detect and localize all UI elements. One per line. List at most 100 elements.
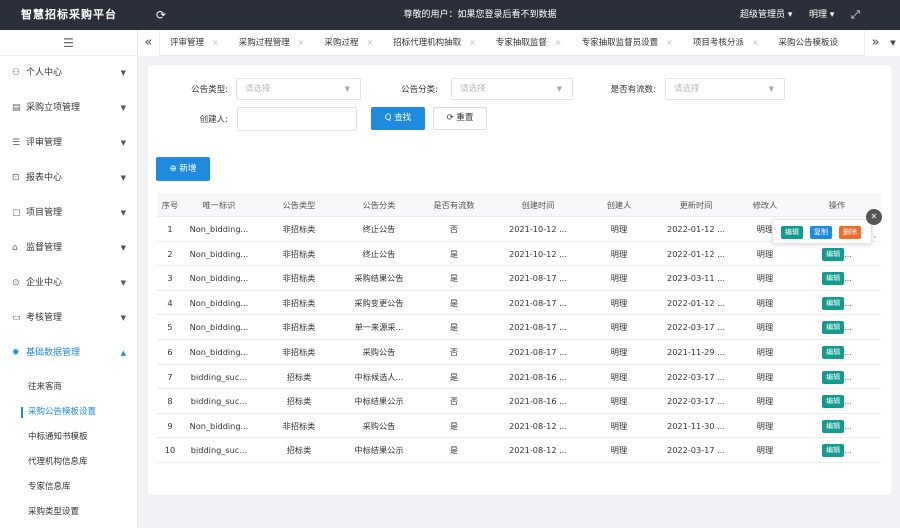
edit-button[interactable]: 编辑 [822, 444, 845, 458]
sidebar-item[interactable]: ✹ 基础数据管理 ▲ [0, 336, 137, 371]
sidebar-subitem[interactable]: 中标通知书模板 [0, 425, 137, 450]
more-actions[interactable]: ... [844, 373, 852, 382]
more-actions[interactable]: ... [844, 299, 852, 308]
table-cell: 2022-01-12 ... [667, 248, 725, 259]
table-cell: 采购公告 [362, 420, 396, 431]
user-role-dropdown[interactable]: 超级管理员 ▾ [740, 0, 792, 30]
close-icon[interactable]: × [298, 38, 305, 47]
table-cell: 否 [449, 396, 459, 407]
tab[interactable]: 采购过程管理 × [229, 30, 315, 56]
table-row[interactable]: 9 Non_bidding... 非招标类 采购公告 是 2021-08-12 ... 明理… [157, 414, 881, 439]
tab[interactable]: 专家抽取监督 × [486, 30, 572, 56]
more-actions[interactable]: ... [844, 323, 852, 332]
table-cell: 2021-08-12 ... [509, 420, 567, 431]
sidebar-item[interactable]: ▢ 项目管理 ▼ [0, 196, 137, 231]
sidebar-item[interactable]: ▤ 采购立项管理 ▼ [0, 91, 137, 126]
sidebar-item[interactable]: ⊙ 企业中心 ▼ [0, 266, 137, 301]
table-row[interactable]: 4 Non_bidding... 非招标类 采购变更公告 是 2021-08-17 ...… [157, 291, 881, 316]
creator-input[interactable] [237, 107, 357, 131]
sidebar-subitem[interactable]: 采购类型设置 [0, 500, 137, 525]
close-icon[interactable]: × [666, 38, 673, 47]
close-icon[interactable]: × [366, 38, 373, 47]
table-row[interactable]: 2 Non_bidding... 非招标类 终止公告 是 2021-10-12 ... 明理… [157, 242, 881, 267]
column-header: 公告类型 [282, 200, 316, 210]
tab[interactable]: 评审管理 × [160, 30, 229, 56]
close-icon[interactable]: × [555, 38, 562, 47]
more-actions[interactable]: ... [844, 274, 852, 283]
table-cell: 明理 [756, 371, 774, 382]
expand-icon[interactable]: ⤢ [851, 0, 860, 30]
close-icon[interactable]: × [752, 38, 759, 47]
table-row[interactable]: 5 Non_bidding... 非招标类 单一来源采... 是 2021-08-17 .… [157, 315, 881, 340]
table-cell: 非招标类 [282, 224, 316, 234]
type-select[interactable]: 请选择 ▼ [236, 78, 361, 100]
table-body: 1 Non_bidding... 非招标类 终止公告否 2021-10-12 ... 明理… [157, 217, 881, 463]
table-cell: 2022-03-17 ... [667, 396, 725, 407]
edit-button[interactable]: 编辑 [822, 272, 845, 286]
reset-button[interactable]: ⟳ 重置 [433, 107, 487, 130]
more-actions[interactable]: ... [844, 250, 852, 259]
tab[interactable]: 专家抽取监督员设置 × [572, 30, 683, 56]
close-icon[interactable]: × [469, 38, 476, 47]
chevron-down-icon: ▼ [120, 69, 126, 77]
user-name-dropdown[interactable]: 明理 ▾ [809, 0, 834, 30]
edit-button[interactable]: 编辑 [822, 395, 845, 409]
more-actions[interactable]: ... [844, 422, 852, 431]
tab[interactable]: 采购过程 × [314, 30, 383, 56]
double-chevron-right-icon[interactable]: » [864, 30, 886, 56]
table-cell: 2021-08-16 ... [509, 371, 567, 382]
chevron-up-icon: ▲ [120, 349, 126, 357]
sidebar-item[interactable]: ⌂ 监督管理 ▼ [0, 231, 137, 266]
sidebar-subitem[interactable]: 代理机构信息库 [0, 450, 137, 475]
table-row[interactable]: 6 Non_bidding... 非招标类 采购公告 否 2021-08-17 ... 明理… [157, 340, 881, 365]
sidebar-subitem[interactable]: 专家信息库 [0, 475, 137, 500]
chevron-down-icon[interactable]: ▼ [886, 30, 900, 56]
tab[interactable]: 采购公告模板设 [769, 30, 849, 56]
sidebar-subitem[interactable]: 采购公告模板设置 [0, 400, 137, 425]
sidebar-item[interactable]: ⊡ 报表中心 ▼ [0, 161, 137, 196]
more-actions[interactable]: ... [844, 397, 852, 406]
sidebar-item[interactable]: ☰ 评审管理 ▼ [0, 126, 137, 161]
table-cell: 非招标类 [282, 248, 316, 259]
table-row[interactable]: 7 bidding_suc... 招标类 中标候选人... 是 2021-08-16 ..… [157, 365, 881, 390]
scroll-down-icon[interactable]: ⌄ [872, 232, 878, 240]
table-cell: 2023-03-11 ... [667, 273, 725, 284]
edit-button[interactable]: 编辑 [822, 419, 845, 433]
report-icon: ⊡ [12, 173, 20, 183]
double-chevron-left-icon[interactable]: « [138, 30, 160, 56]
close-icon[interactable]: × [212, 38, 219, 47]
column-header: 公告分类 [362, 200, 396, 210]
table-cell: 招标类 [286, 445, 312, 456]
edit-button[interactable]: 编辑 [822, 296, 845, 310]
add-button[interactable]: ⊕ 新增 [156, 157, 210, 181]
tab[interactable]: 招标代理机构抽取 × [383, 30, 486, 56]
flow-select[interactable]: 请选择 ▼ [665, 78, 785, 100]
edit-button[interactable]: 编辑 [822, 345, 845, 359]
list-icon: ☰ [12, 138, 21, 148]
table-row[interactable]: 8 bidding_suc... 招标类 中标结果公示 否 2021-08-16 ... 明… [157, 389, 881, 414]
flow-placeholder: 请选择 [674, 84, 700, 94]
sidebar-subitem[interactable]: 往来客商 [0, 375, 137, 400]
edit-button[interactable]: 编辑 [822, 321, 845, 335]
search-button[interactable]: Q 查找 [371, 107, 425, 130]
sidebar-item[interactable]: ⚇ 个人中心 ▼ [0, 56, 137, 91]
sidebar-item[interactable]: ▭ 考核管理 ▼ [0, 301, 137, 336]
more-actions[interactable]: ... [844, 348, 852, 357]
creator-label: 创建人: [199, 115, 228, 125]
menu-icon[interactable]: ☰ [0, 30, 137, 56]
tab[interactable]: 项目考核分派 × [683, 30, 769, 56]
popover-copy-button[interactable]: 复制 [810, 226, 832, 239]
sidebar-item-label: 监督管理 [26, 243, 63, 253]
edit-button[interactable]: 编辑 [822, 370, 845, 384]
close-icon[interactable]: ✕ [866, 209, 882, 225]
table-cell: 2021-08-17 ... [509, 322, 567, 333]
category-select[interactable]: 请选择 ▼ [451, 78, 573, 100]
gear-icon: ✹ [12, 348, 20, 358]
edit-button[interactable]: 编辑 [822, 247, 845, 261]
table-row[interactable]: 10 bidding_suc... 招标类 中标结果公示 是 2021-08-12 ...… [157, 438, 881, 463]
type-label: 公告类型: [191, 85, 228, 95]
popover-edit-button[interactable]: 编辑 [781, 226, 803, 239]
popover-delete-button[interactable]: 删除 [839, 226, 861, 239]
table-row[interactable]: 3 Non_bidding... 非招标类 采购结果公告 是 2021-08-17 ...… [157, 266, 881, 291]
more-actions[interactable]: ... [844, 446, 852, 455]
